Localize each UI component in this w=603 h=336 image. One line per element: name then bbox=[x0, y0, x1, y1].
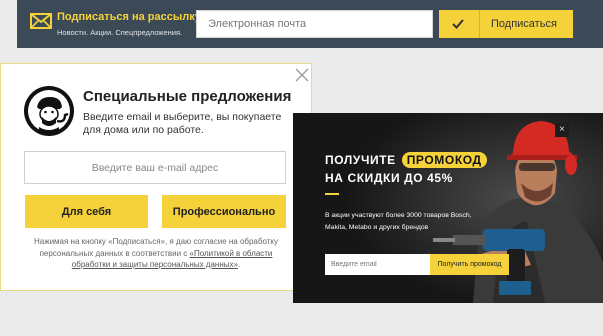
button-divider bbox=[479, 10, 480, 38]
promo-headline: ПОЛУЧИТЕ ПРОМОКОД bbox=[325, 152, 487, 168]
newsletter-bar: Подписаться на рассылку: Новости. Акции.… bbox=[17, 0, 603, 48]
newsletter-title: Подписаться на рассылку: bbox=[57, 11, 205, 23]
mascot-logo-icon bbox=[24, 86, 74, 136]
for-myself-button[interactable]: Для себя bbox=[25, 195, 148, 228]
offers-title: Специальные предложения bbox=[83, 88, 292, 105]
checkmark-icon bbox=[452, 19, 464, 29]
professional-button[interactable]: Профессионально bbox=[162, 195, 286, 228]
special-offers-popup: Специальные предложения Введите email и … bbox=[0, 63, 312, 291]
close-icon[interactable] bbox=[295, 68, 309, 82]
consent-text: Нажимая на кнопку «Подписаться», я даю с… bbox=[21, 236, 291, 271]
promo-close-button[interactable]: × bbox=[555, 123, 569, 137]
newsletter-subtitle: Новости. Акции. Спецпредложения. bbox=[57, 28, 183, 37]
offers-description: Введите email и выберите, вы покупаете д… bbox=[83, 111, 282, 136]
promo-description: В акции участвуют более 3000 товаров Bos… bbox=[325, 212, 472, 231]
envelope-icon bbox=[30, 13, 52, 29]
promo-banner: × ПОЛУЧИТЕ ПРОМОКОД НА СКИДКИ ДО 45% В а… bbox=[293, 113, 603, 303]
subscribe-button-label: Подписаться bbox=[491, 18, 557, 30]
promo-headline-prefix: ПОЛУЧИТЕ bbox=[325, 153, 396, 167]
promo-code-highlight: ПРОМОКОД bbox=[401, 152, 487, 168]
promo-email-input[interactable] bbox=[325, 254, 430, 275]
get-promo-code-button[interactable]: Получить промокод bbox=[430, 254, 509, 275]
offers-email-input[interactable] bbox=[24, 151, 286, 184]
newsletter-email-input[interactable] bbox=[196, 10, 433, 38]
consent-text-end: . bbox=[237, 260, 241, 269]
promo-headline-line2: НА СКИДКИ ДО 45% bbox=[325, 171, 453, 185]
promo-accent-line bbox=[325, 193, 339, 195]
newsletter-subscribe-button[interactable]: Подписаться bbox=[439, 10, 573, 38]
